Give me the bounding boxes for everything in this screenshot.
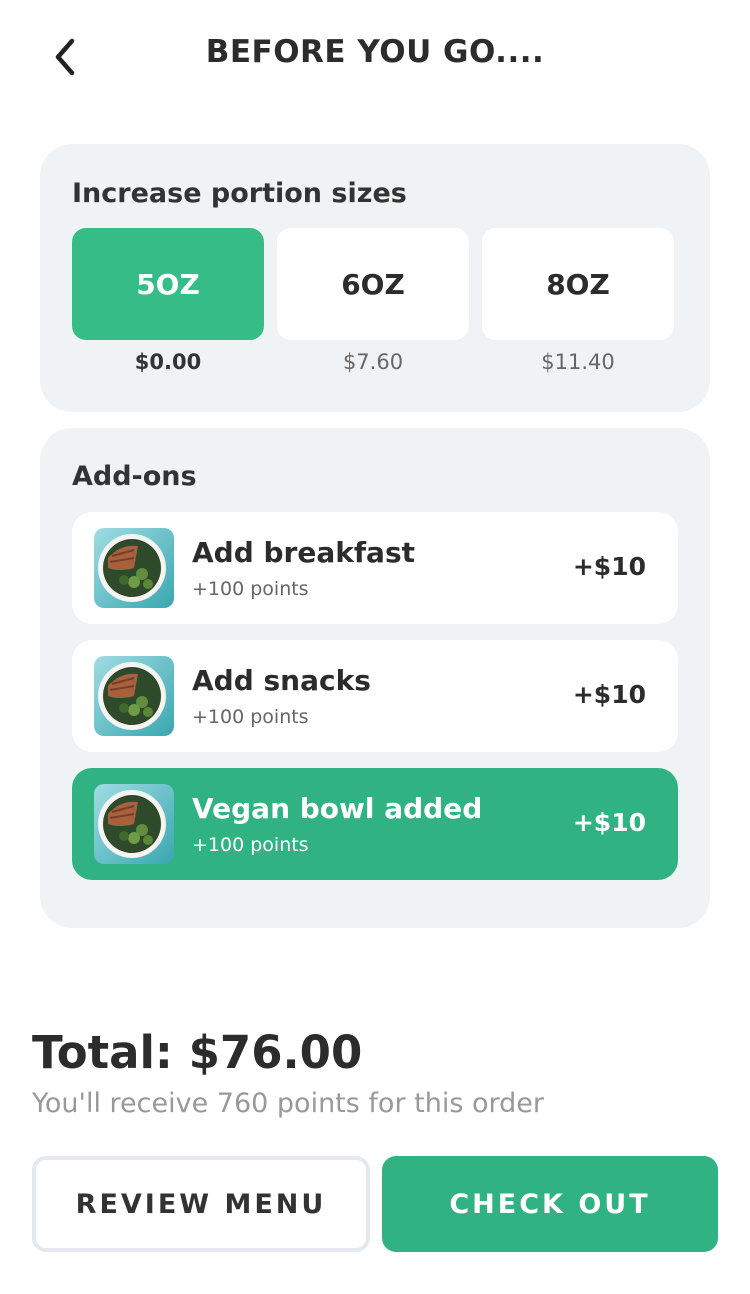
size-option-price: $11.40 (541, 350, 615, 374)
addon-price: +$10 (572, 808, 646, 837)
size-option-label: 5OZ (72, 228, 264, 340)
addon-points: +100 points (192, 834, 309, 856)
order-total: Total: $76.00 (32, 1026, 363, 1079)
addon-name: Add snacks (192, 664, 371, 697)
addon-points: +100 points (192, 578, 309, 600)
portion-size-options: 5OZ $0.00 6OZ $7.60 8OZ $11.40 (72, 228, 674, 378)
size-option-label: 8OZ (482, 228, 674, 340)
addon-name: Vegan bowl added (192, 792, 483, 825)
addon-price: +$10 (572, 680, 646, 709)
size-option-8oz[interactable]: 8OZ $11.40 (482, 228, 674, 378)
review-menu-button[interactable]: REVIEW MENU (32, 1156, 370, 1252)
checkout-button[interactable]: CHECK OUT (382, 1156, 718, 1252)
size-option-6oz[interactable]: 6OZ $7.60 (277, 228, 469, 378)
size-option-price: $7.60 (342, 350, 404, 374)
header: BEFORE YOU GO.... (0, 0, 750, 112)
page-title: BEFORE YOU GO.... (205, 34, 545, 70)
addon-points: +100 points (192, 706, 309, 728)
size-option-label: 6OZ (277, 228, 469, 340)
food-bowl-image (94, 528, 174, 608)
addons-title: Add-ons (72, 461, 197, 492)
size-option-5oz[interactable]: 5OZ $0.00 (72, 228, 264, 378)
size-option-price: $0.00 (134, 350, 202, 374)
before-you-go-screen: BEFORE YOU GO.... Increase portion sizes… (0, 0, 750, 1294)
addon-vegan-bowl[interactable]: Vegan bowl added +100 points +$10 (72, 768, 678, 880)
food-bowl-image (94, 656, 174, 736)
addon-price: +$10 (572, 552, 646, 581)
points-note: You'll receive 760 points for this order (32, 1088, 544, 1119)
addons-card: Add-ons Add breakfast +100 points +$10 A… (40, 428, 710, 928)
addon-breakfast[interactable]: Add breakfast +100 points +$10 (72, 512, 678, 624)
addon-snacks[interactable]: Add snacks +100 points +$10 (72, 640, 678, 752)
portion-size-card: Increase portion sizes 5OZ $0.00 6OZ $7.… (40, 144, 710, 412)
addon-name: Add breakfast (192, 536, 415, 569)
food-bowl-image (94, 784, 174, 864)
portion-size-title: Increase portion sizes (72, 178, 407, 209)
